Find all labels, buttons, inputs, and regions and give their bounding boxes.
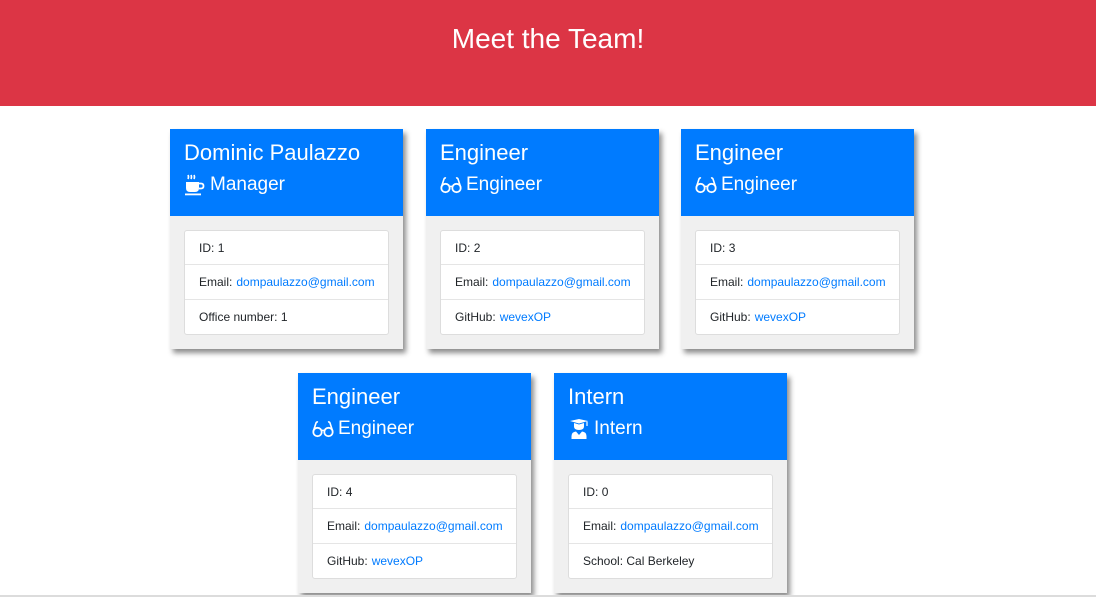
office-number-label: Office number: xyxy=(199,309,278,324)
employee-name: Engineer xyxy=(440,140,529,165)
github-label: GitHub: xyxy=(327,553,368,568)
role-label: Manager xyxy=(210,174,285,195)
id-row: ID: 2 xyxy=(441,231,644,266)
github-label: GitHub: xyxy=(455,309,496,324)
employee-role: Manager xyxy=(184,173,389,197)
employee-name: Engineer xyxy=(312,384,401,409)
coffee-icon xyxy=(184,174,206,196)
glasses-icon xyxy=(695,174,717,196)
id-row: ID: 3 xyxy=(696,231,899,266)
employee-details: ID: 2 Email: dompaulazzo@gmail.com GitHub… xyxy=(440,230,645,335)
page-title: Meet the Team! xyxy=(451,23,645,54)
employee-name: Engineer xyxy=(695,140,784,165)
card-header: Dominic Paulazzo Manager xyxy=(170,129,403,216)
employee-role: Engineer xyxy=(312,417,517,441)
employee-details: ID: 0 Email: dompaulazzo@gmail.com School… xyxy=(568,474,773,579)
employee-details: ID: 1 Email: dompaulazzo@gmail.com Office… xyxy=(184,230,389,335)
id-label: ID: xyxy=(583,484,599,499)
card-header: Engineer Engineer xyxy=(298,373,531,460)
employee-role: Intern xyxy=(568,417,773,441)
email-label: Email: xyxy=(327,518,361,533)
id-value: 4 xyxy=(345,484,353,499)
github-row: GitHub: wevexOP xyxy=(313,544,516,578)
employee-details: ID: 4 Email: dompaulazzo@gmail.com GitHub… xyxy=(312,474,517,579)
role-label: Engineer xyxy=(721,174,798,195)
id-value: 3 xyxy=(728,240,736,255)
id-row: ID: 1 xyxy=(185,231,388,266)
employee-name: Intern xyxy=(568,384,625,409)
role-label: Intern xyxy=(594,418,643,439)
employee-role: Engineer xyxy=(695,173,900,197)
role-label: Engineer xyxy=(466,174,543,195)
github-link[interactable]: wevexOP xyxy=(372,554,423,568)
github-row: GitHub: wevexOP xyxy=(696,300,899,334)
employee-name: Dominic Paulazzo xyxy=(184,140,361,165)
id-label: ID: xyxy=(199,240,215,255)
email-link[interactable]: dompaulazzo@gmail.com xyxy=(364,519,502,533)
team-card-engineer: Engineer Engineer ID: 4 Email: dompaulazz… xyxy=(298,373,531,593)
school-value: Cal Berkeley xyxy=(626,553,695,568)
email-label: Email: xyxy=(710,274,744,289)
card-header: Engineer Engineer xyxy=(426,129,659,216)
email-row: Email: dompaulazzo@gmail.com xyxy=(185,265,388,300)
email-row: Email: dompaulazzo@gmail.com xyxy=(569,509,772,544)
github-label: GitHub: xyxy=(710,309,751,324)
school-row: School: Cal Berkeley xyxy=(569,544,772,578)
email-row: Email: dompaulazzo@gmail.com xyxy=(696,265,899,300)
email-link[interactable]: dompaulazzo@gmail.com xyxy=(236,275,374,289)
github-row: GitHub: wevexOP xyxy=(441,300,644,334)
id-row: ID: 4 xyxy=(313,475,516,510)
team-card-engineer: Engineer Engineer ID: 3 Email: dompaulazz… xyxy=(681,129,914,349)
team-card-manager: Dominic Paulazzo Manager ID: 1 Email: dom… xyxy=(170,129,403,349)
id-row: ID: 0 xyxy=(569,475,772,510)
id-value: 0 xyxy=(601,484,609,499)
email-label: Email: xyxy=(455,274,489,289)
school-label: School: xyxy=(583,553,624,568)
email-row: Email: dompaulazzo@gmail.com xyxy=(441,265,644,300)
office-number-value: 1 xyxy=(280,309,288,324)
role-label: Engineer xyxy=(338,418,415,439)
card-header: Intern Intern xyxy=(554,373,787,460)
id-label: ID: xyxy=(455,240,471,255)
email-row: Email: dompaulazzo@gmail.com xyxy=(313,509,516,544)
page-header: Meet the Team! xyxy=(0,0,1096,106)
email-link[interactable]: dompaulazzo@gmail.com xyxy=(492,275,630,289)
team-card-engineer: Engineer Engineer ID: 2 Email: dompaulazz… xyxy=(426,129,659,349)
graduate-icon xyxy=(568,418,590,440)
github-link[interactable]: wevexOP xyxy=(755,310,806,324)
card-header: Engineer Engineer xyxy=(681,129,914,216)
email-link[interactable]: dompaulazzo@gmail.com xyxy=(747,275,885,289)
id-label: ID: xyxy=(327,484,343,499)
id-value: 2 xyxy=(473,240,481,255)
id-value: 1 xyxy=(217,240,225,255)
glasses-icon xyxy=(440,174,462,196)
glasses-icon xyxy=(312,418,334,440)
employee-role: Engineer xyxy=(440,173,645,197)
id-label: ID: xyxy=(710,240,726,255)
github-link[interactable]: wevexOP xyxy=(500,310,551,324)
email-label: Email: xyxy=(583,518,617,533)
team-card-intern: Intern Intern ID: 0 Email: dompaulazzo@gm… xyxy=(554,373,787,593)
email-link[interactable]: dompaulazzo@gmail.com xyxy=(620,519,758,533)
office-number-row: Office number: 1 xyxy=(185,300,388,334)
employee-details: ID: 3 Email: dompaulazzo@gmail.com GitHub… xyxy=(695,230,900,335)
email-label: Email: xyxy=(199,274,233,289)
